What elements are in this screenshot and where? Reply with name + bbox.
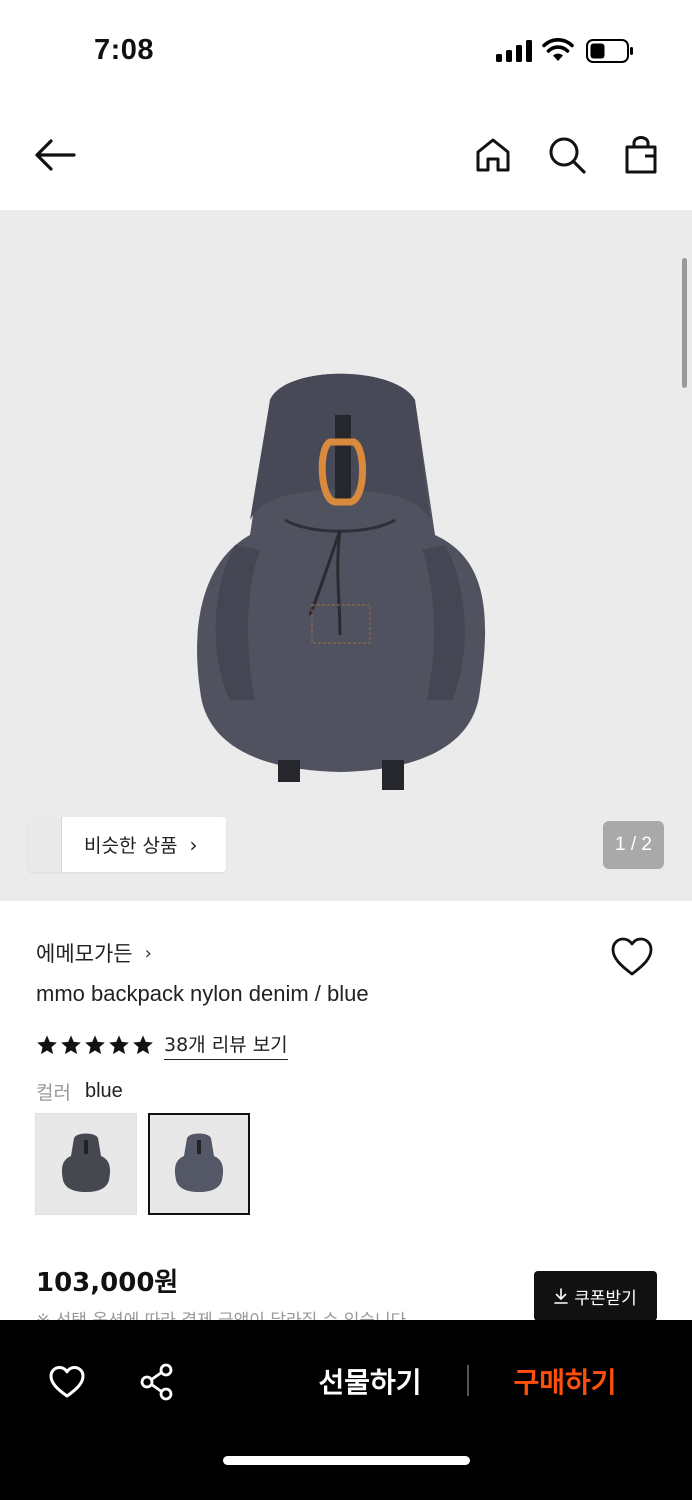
download-icon <box>554 1288 569 1304</box>
brand-link[interactable]: 에메모가든 › <box>36 938 152 968</box>
similar-thumbnails <box>28 817 84 872</box>
product-thumbnail <box>61 1133 111 1192</box>
share-button[interactable] <box>137 1362 177 1402</box>
wifi-icon <box>542 38 574 61</box>
similar-products-button[interactable]: 비슷한 상품 › <box>28 817 226 872</box>
image-counter: 1 / 2 <box>603 821 664 869</box>
color-swatch-1[interactable] <box>35 1113 137 1215</box>
product-name: mmo backpack nylon denim / blue <box>36 981 369 1006</box>
coupon-button[interactable]: 쿠폰받기 <box>534 1271 657 1321</box>
coupon-label: 쿠폰받기 <box>574 1288 637 1309</box>
status-time: 7:08 <box>94 34 155 66</box>
app-header <box>0 100 692 210</box>
divider <box>467 1365 469 1396</box>
heart-icon <box>49 1366 85 1398</box>
chevron-right-icon: › <box>144 942 152 964</box>
similar-products-label: 비슷한 상품 <box>84 835 178 857</box>
bottom-action-bar: 선물하기 구매하기 <box>0 1320 692 1500</box>
star-icon <box>37 1035 57 1055</box>
back-arrow-icon <box>35 139 76 171</box>
back-button[interactable] <box>34 134 76 176</box>
star-icon <box>85 1035 105 1055</box>
color-swatch-2[interactable] <box>148 1113 250 1215</box>
color-value: blue <box>84 1080 123 1102</box>
cart-button[interactable] <box>620 134 662 176</box>
product-price: 103,000원 <box>36 1268 179 1298</box>
home-icon <box>476 138 510 172</box>
scroll-indicator <box>682 258 687 388</box>
product-photo <box>197 373 486 790</box>
home-indicator <box>223 1456 470 1465</box>
search-button[interactable] <box>546 134 588 176</box>
wishlist-heart-icon[interactable] <box>610 936 654 978</box>
review-link[interactable]: 38개 리뷰 보기 <box>164 1030 288 1060</box>
color-key: 컬러 <box>36 1082 71 1104</box>
star-icon <box>61 1035 81 1055</box>
shopping-bag-icon <box>625 136 657 174</box>
search-icon <box>549 137 586 174</box>
buy-button[interactable]: 구매하기 <box>495 1356 635 1406</box>
share-icon <box>140 1363 173 1401</box>
star-icon <box>109 1035 129 1055</box>
brand-name: 에메모가든 <box>36 942 133 966</box>
wishlist-button[interactable] <box>47 1362 87 1402</box>
product-thumbnail <box>174 1133 224 1192</box>
product-image-carousel[interactable]: 비슷한 상품 › 1 / 2 <box>0 210 692 901</box>
gift-button[interactable]: 선물하기 <box>300 1356 440 1406</box>
cellular-signal-icon <box>496 40 532 62</box>
star-icon <box>133 1035 153 1055</box>
rating-row: 38개 리뷰 보기 <box>36 1030 288 1060</box>
battery-icon <box>586 39 633 63</box>
status-bar: 7:08 <box>0 0 692 100</box>
chevron-right-icon: › <box>189 832 198 857</box>
home-button[interactable] <box>472 134 514 176</box>
star-rating <box>36 1034 154 1056</box>
color-option-label: 컬러 blue <box>36 1078 123 1105</box>
